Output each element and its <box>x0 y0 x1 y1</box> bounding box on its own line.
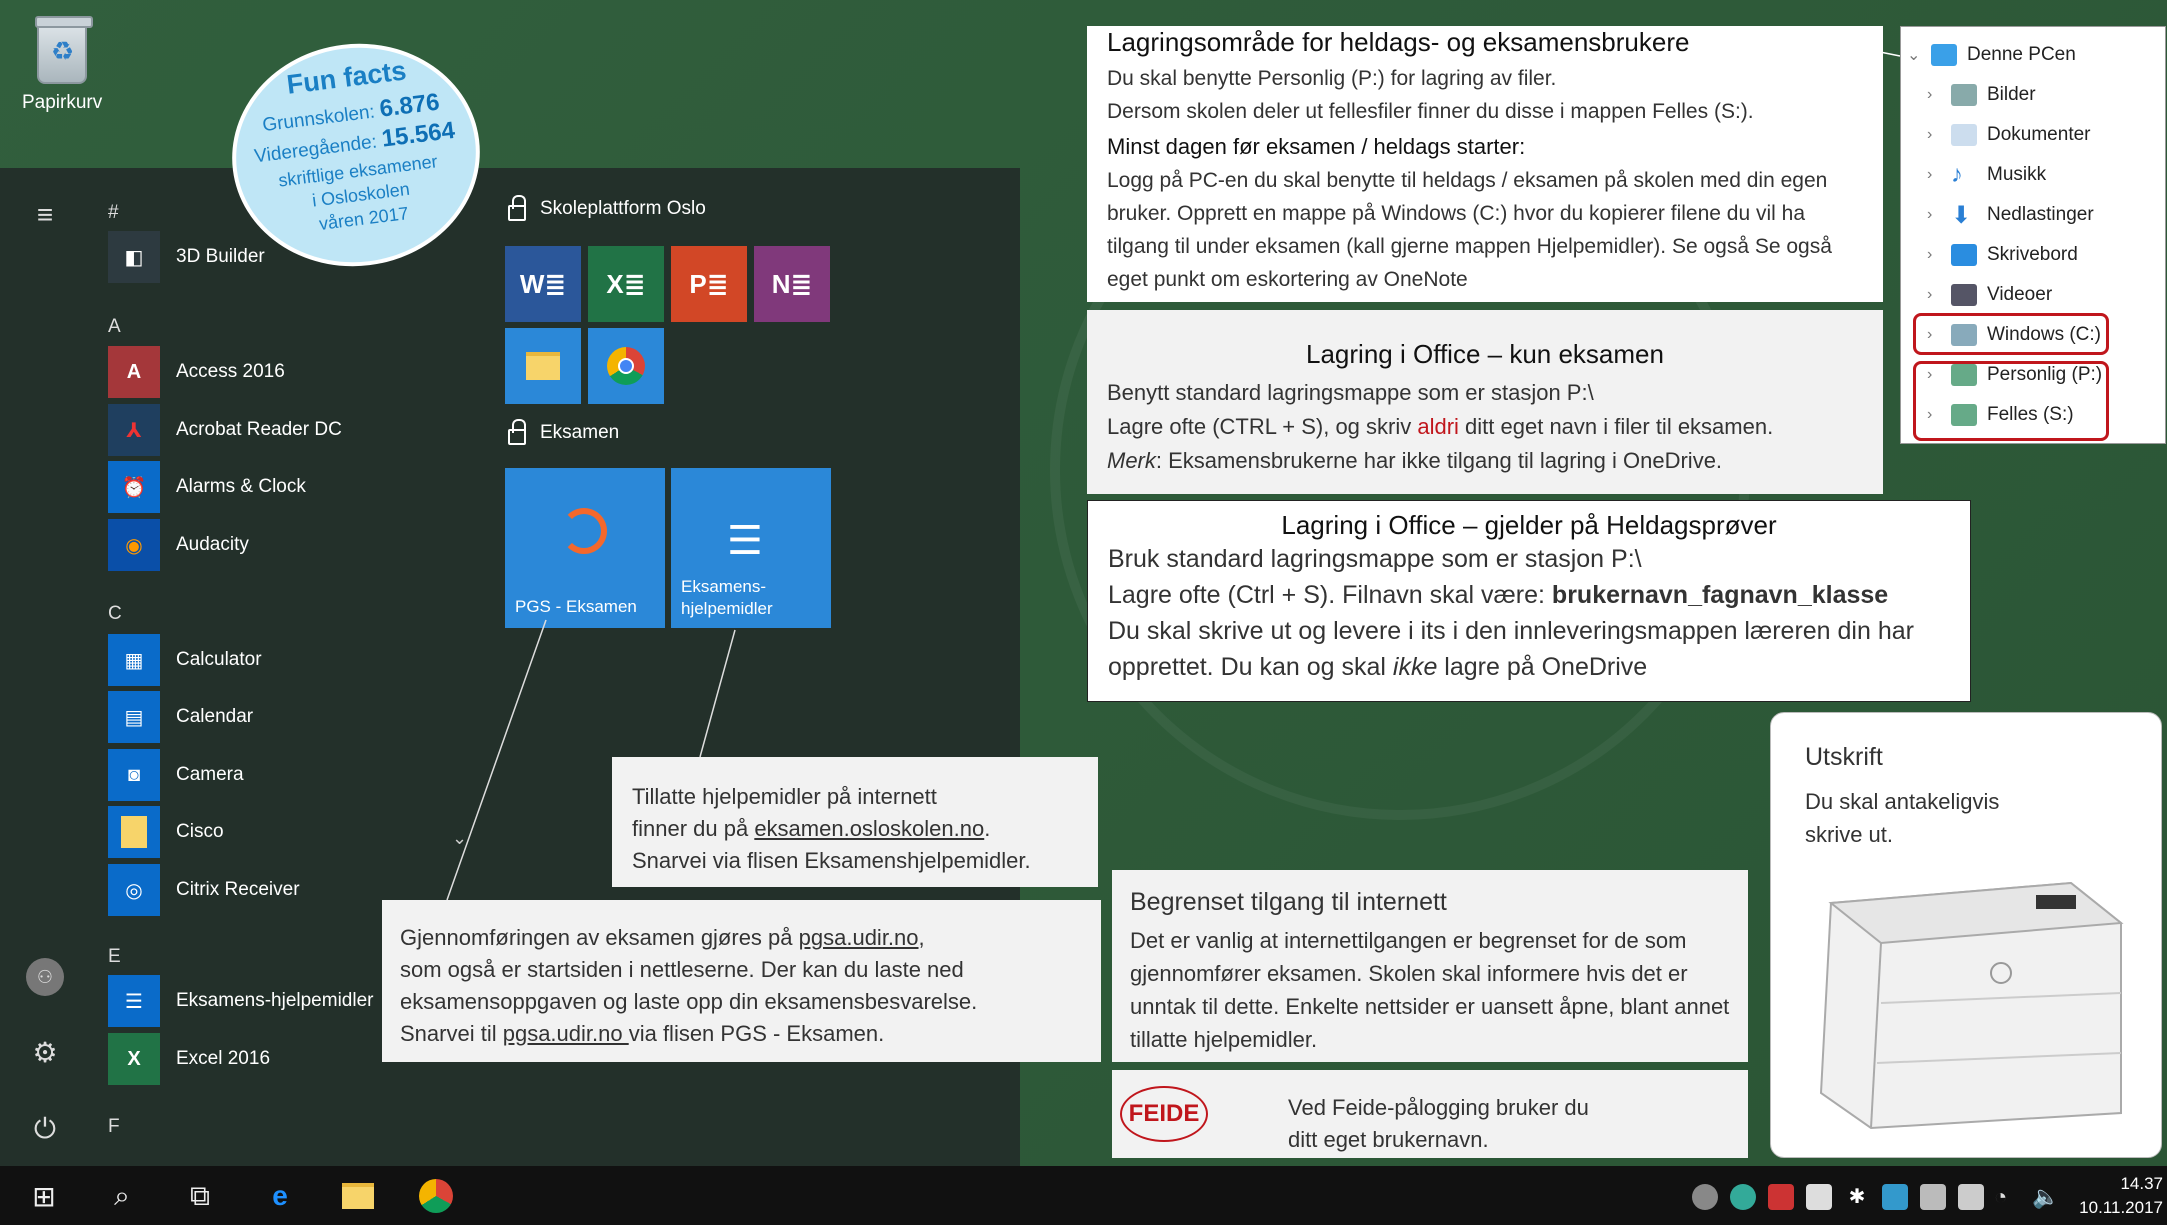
internet-info-box: Begrenset tilgang til internett Det er v… <box>1112 870 1748 1062</box>
pictures-icon <box>1951 84 1977 106</box>
feide-line2: ditt eget brukernavn. <box>1288 1127 1489 1152</box>
aids-info-box: Tillatte hjelpemidler på internett finne… <box>612 757 1098 887</box>
citrix-tray-icon[interactable] <box>1692 1184 1718 1210</box>
edge-icon[interactable]: e <box>258 1174 302 1218</box>
print-line2: skrive ut. <box>1805 822 1894 847</box>
volume-icon[interactable]: 🔈 <box>2032 1184 2059 1210</box>
internet-text: Det er vanlig at internettilgangen er be… <box>1130 928 1730 1052</box>
shield-icon[interactable] <box>1806 1184 1832 1210</box>
storage-info-box: Lagringsområde for heldags- og eksamensb… <box>1087 26 1883 302</box>
office-exam-title: Lagring i Office – kun eksamen <box>1306 339 1664 369</box>
highlight-windows-c <box>1913 313 2109 355</box>
tree-item-dokumenter[interactable]: › Dokumenter <box>1927 117 2091 153</box>
file-explorer-tree: ⌄ Denne PCen › Bilder › Dokumenter › ♪ Musik… <box>1900 26 2166 444</box>
storage-p3: Logg på PC-en du skal benytte til heldag… <box>1107 169 1832 291</box>
download-icon: ⬇ <box>1951 201 1972 229</box>
desktop-icon <box>1951 244 1977 266</box>
clock-time: 14.37 <box>2120 1174 2163 1193</box>
pgs-info-box: Gjennomføringen av eksamen gjøres på pgs… <box>382 900 1101 1062</box>
chevron-right-icon[interactable]: › <box>1927 286 1941 304</box>
aids-line2: finner du på eksamen.osloskolen.no. <box>632 816 991 841</box>
internet-title: Begrenset tilgang til internett <box>1130 888 1447 916</box>
chevron-right-icon[interactable]: › <box>1927 206 1941 224</box>
clock-date: 10.11.2017 <box>2079 1198 2163 1217</box>
feide-line1: Ved Feide-pålogging bruker du <box>1288 1095 1589 1120</box>
tree-item-denne-pcen[interactable]: ⌄ Denne PCen <box>1907 37 2076 73</box>
wap-tray-icon[interactable] <box>1768 1184 1794 1210</box>
pgs-line2: som også er startsiden i nettleserne. De… <box>400 957 964 982</box>
pc-icon <box>1931 44 1957 66</box>
music-icon: ♪ <box>1951 161 1963 188</box>
documents-icon <box>1951 124 1977 146</box>
bluetooth-icon[interactable]: ✱ <box>1844 1184 1870 1210</box>
search-icon[interactable]: ⌕ <box>100 1174 144 1218</box>
tree-item-musikk[interactable]: › ♪ Musikk <box>1927 157 2046 193</box>
feide-logo: FEIDE <box>1120 1086 1208 1142</box>
print-info-card: Utskrift Du skal antakeligvis skrive ut. <box>1770 712 2162 1158</box>
video-icon <box>1951 284 1977 306</box>
storage-p2: Dersom skolen deler ut fellesfiler finne… <box>1107 100 1754 123</box>
office-heldag-title: Lagring i Office – gjelder på Heldagsprø… <box>1281 510 1777 540</box>
chevron-right-icon[interactable]: › <box>1927 86 1941 104</box>
clock[interactable]: 14.37 10.11.2017 <box>2079 1172 2163 1220</box>
feide-info-box: FEIDE Ved Feide-pålogging bruker du ditt… <box>1112 1070 1748 1158</box>
chevron-right-icon[interactable]: › <box>1927 166 1941 184</box>
office-exam-p1: Benytt standard lagringsmappe som er sta… <box>1107 380 1594 405</box>
storage-title: Lagringsområde for heldags- og eksamensb… <box>1107 27 1690 57</box>
office-exam-p2: Lagre ofte (CTRL + S), og skriv aldri di… <box>1107 414 1774 439</box>
office-exam-p3: Merk: Eksamensbrukerne har ikke tilgang … <box>1107 448 1723 473</box>
windows-start-icon[interactable]: ⊞ <box>22 1174 66 1218</box>
pgs-line1: Gjennomføringen av eksamen gjøres på pgs… <box>400 925 925 950</box>
pgs-line4: Snarvei til pgsa.udir.no via flisen PGS … <box>400 1021 885 1046</box>
tree-item-bilder[interactable]: › Bilder <box>1927 77 2036 113</box>
taskbar: ⊞ ⌕ ⧉ e ✱ ◔ 🔈 14.37 10.11.2017 <box>0 1166 2167 1225</box>
storage-p1: Du skal benytte Personlig (P:) for lagri… <box>1107 67 1557 90</box>
highlight-network-drives <box>1913 361 2109 441</box>
wifi-icon[interactable]: ◔ <box>1994 1184 2020 1210</box>
aids-line1: Tillatte hjelpemidler på internett <box>632 784 937 809</box>
task-view-icon[interactable]: ⧉ <box>178 1174 222 1218</box>
network-tray-icon[interactable] <box>1730 1184 1756 1210</box>
office-heldag-p3: Du skal skrive ut og levere i its i den … <box>1108 617 1914 681</box>
app-tray-icon[interactable] <box>1882 1184 1908 1210</box>
battery-icon[interactable] <box>1958 1184 1984 1210</box>
tree-item-skrivebord[interactable]: › Skrivebord <box>1927 237 2078 273</box>
office-heldag-box: Lagring i Office – gjelder på Heldagsprø… <box>1087 500 1971 702</box>
storage-subtitle: Minst dagen før eksamen / heldags starte… <box>1107 134 1526 159</box>
printer-icon <box>1819 881 2124 1130</box>
office-heldag-p2: Lagre ofte (Ctrl + S). Filnavn skal være… <box>1108 581 1889 609</box>
pgs-link[interactable]: pgsa.udir.no <box>799 925 919 950</box>
office-exam-box: Lagring i Office – kun eksamen Benytt st… <box>1087 310 1883 494</box>
file-explorer-icon[interactable] <box>336 1174 380 1218</box>
chrome-icon[interactable] <box>414 1174 458 1218</box>
pgs-line3: eksamensoppgaven og laste opp din eksame… <box>400 989 978 1014</box>
office-heldag-p1: Bruk standard lagringsmappe som er stasj… <box>1108 545 1642 573</box>
tree-item-videoer[interactable]: › Videoer <box>1927 277 2052 313</box>
chevron-right-icon[interactable]: › <box>1927 126 1941 144</box>
print-line1: Du skal antakeligvis <box>1805 789 2000 814</box>
print-title: Utskrift <box>1805 743 1883 771</box>
aids-link[interactable]: eksamen.osloskolen.no <box>754 816 984 841</box>
tree-item-nedlastinger[interactable]: › ⬇ Nedlastinger <box>1927 197 2094 233</box>
aids-line3: Snarvei via flisen Eksamenshjelpemidler. <box>632 848 1031 873</box>
chevron-down-icon[interactable]: ⌄ <box>1907 45 1921 65</box>
pgs-link-2[interactable]: pgsa.udir.no <box>503 1021 629 1046</box>
display-tray-icon[interactable] <box>1920 1184 1946 1210</box>
chevron-right-icon[interactable]: › <box>1927 246 1941 264</box>
